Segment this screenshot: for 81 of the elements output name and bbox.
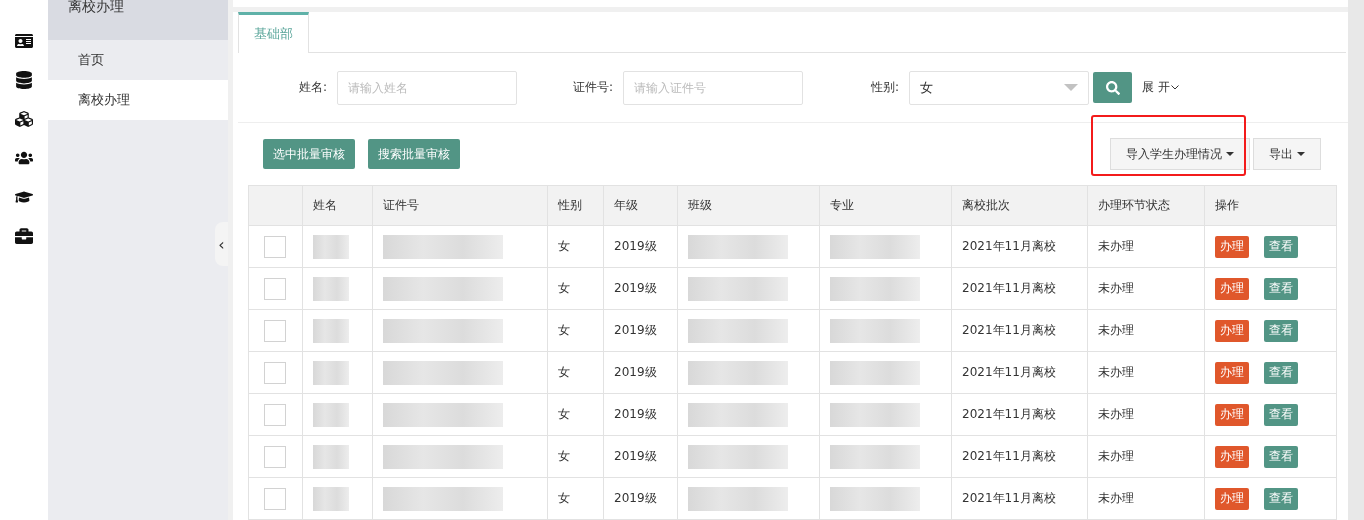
table-cell: 2019级	[614, 491, 657, 505]
column-header: 班级	[677, 185, 820, 226]
collapse-handle[interactable]: ‹	[215, 222, 228, 266]
handle-button[interactable]: 办理	[1215, 235, 1249, 258]
table-cell: 2019级	[614, 239, 657, 253]
table-cell: 未办理	[1098, 449, 1134, 463]
table-cell: 未办理	[1098, 407, 1134, 421]
column-header: 性别	[547, 185, 604, 226]
table-cell: 未办理	[1098, 491, 1134, 505]
table-cell: 2019级	[614, 449, 657, 463]
handle-button[interactable]: 办理	[1215, 403, 1249, 426]
dropdown-button[interactable]: 导入学生办理情况	[1110, 138, 1250, 170]
view-button[interactable]: 查看	[1264, 445, 1298, 468]
view-button[interactable]: 查看	[1264, 319, 1298, 342]
table-cell: 2021年11月离校	[962, 323, 1056, 337]
sidebar-item[interactable]: 首页	[48, 40, 228, 80]
view-button[interactable]: 查看	[1264, 235, 1298, 258]
table-cell: 女	[558, 407, 570, 421]
field-label: 证件号:	[571, 79, 614, 96]
handle-button[interactable]: 办理	[1215, 361, 1249, 384]
column-header: 年级	[603, 185, 678, 226]
column-header: 证件号	[372, 185, 548, 226]
briefcase-icon[interactable]	[15, 227, 33, 245]
table-cell: 未办理	[1098, 323, 1134, 337]
table-cell: 女	[558, 365, 570, 379]
expand-link[interactable]: 展 开	[1142, 79, 1170, 96]
table-cell: 女	[558, 449, 570, 463]
table-cell: 女	[558, 491, 570, 505]
row-checkbox[interactable]	[264, 487, 286, 510]
row-checkbox[interactable]	[264, 319, 286, 342]
field-label: 性别:	[869, 79, 900, 96]
view-button[interactable]: 查看	[1264, 403, 1298, 426]
sidebar-item[interactable]: 离校办理	[48, 80, 228, 120]
search-icon	[1105, 80, 1120, 95]
row-checkbox[interactable]	[264, 361, 286, 384]
column-header: 离校批次	[951, 185, 1088, 226]
column-header: 操作	[1204, 185, 1337, 226]
row-checkbox[interactable]	[264, 445, 286, 468]
dropdown-button[interactable]: 导出	[1253, 138, 1321, 170]
handle-button[interactable]: 办理	[1215, 277, 1249, 300]
view-button[interactable]: 查看	[1264, 361, 1298, 384]
table-cell: 女	[558, 323, 570, 337]
chevron-down-icon[interactable]	[1170, 85, 1179, 90]
row-checkbox[interactable]	[264, 403, 286, 426]
users-icon[interactable]	[15, 149, 33, 167]
row-checkbox[interactable]	[264, 277, 286, 300]
column-header: 姓名	[302, 185, 373, 226]
database-icon[interactable]	[15, 71, 33, 89]
table-cell: 未办理	[1098, 281, 1134, 295]
search-button[interactable]	[1093, 72, 1132, 103]
table-cell: 2019级	[614, 323, 657, 337]
table-cell: 2021年11月离校	[962, 407, 1056, 421]
handle-button[interactable]: 办理	[1215, 319, 1249, 342]
table-cell: 2021年11月离校	[962, 281, 1056, 295]
view-button[interactable]: 查看	[1264, 487, 1298, 510]
name-input[interactable]: 请输入姓名	[337, 70, 517, 105]
cubes-icon[interactable]	[15, 110, 33, 128]
table-cell: 女	[558, 239, 570, 253]
table-cell: 2021年11月离校	[962, 239, 1056, 253]
view-button[interactable]: 查看	[1264, 277, 1298, 300]
row-checkbox[interactable]	[264, 235, 286, 258]
table-cell: 未办理	[1098, 365, 1134, 379]
handle-button[interactable]: 办理	[1215, 445, 1249, 468]
table-cell: 未办理	[1098, 239, 1134, 253]
field-label: 姓名:	[297, 79, 328, 96]
column-header: 专业	[819, 185, 952, 226]
id-card-icon[interactable]	[15, 32, 33, 50]
column-header: 办理环节状态	[1087, 185, 1205, 226]
table-cell: 2021年11月离校	[962, 491, 1056, 505]
table-cell: 2019级	[614, 407, 657, 421]
batch-review-button[interactable]: 选中批量审核	[263, 139, 355, 169]
gender-select[interactable]: 女	[909, 70, 1089, 105]
tab[interactable]: 基础部	[238, 12, 309, 53]
handle-button[interactable]: 办理	[1215, 487, 1249, 510]
table-cell: 2019级	[614, 365, 657, 379]
table-cell: 2021年11月离校	[962, 449, 1056, 463]
batch-review-button[interactable]: 搜索批量审核	[368, 139, 460, 169]
id-number-input[interactable]: 请输入证件号	[623, 70, 803, 105]
table-cell: 2019级	[614, 281, 657, 295]
table-cell: 2021年11月离校	[962, 365, 1056, 379]
table-cell: 女	[558, 281, 570, 295]
